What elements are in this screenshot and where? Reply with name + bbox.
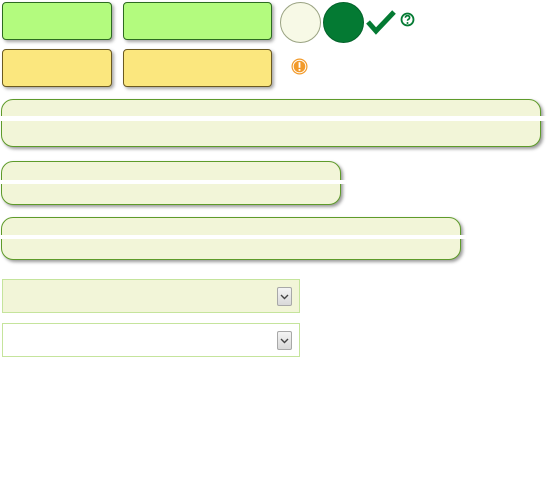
exclamation-icon — [291, 58, 308, 75]
select-1[interactable] — [2, 279, 300, 313]
pill-field-3-divider — [0, 235, 466, 239]
question-icon[interactable] — [400, 12, 415, 27]
green-button-2[interactable] — [123, 2, 272, 40]
green-button-1[interactable] — [2, 2, 112, 40]
select-2[interactable] — [2, 323, 300, 357]
yellow-button-1[interactable] — [2, 49, 112, 87]
yellow-button-2[interactable] — [123, 49, 272, 87]
chevron-down-icon[interactable] — [277, 287, 292, 306]
toggle-off-circle[interactable] — [280, 2, 321, 43]
pill-field-1-divider — [0, 116, 548, 121]
toggle-on-circle[interactable] — [323, 2, 364, 43]
pill-field-2-divider — [0, 180, 346, 184]
check-icon — [366, 8, 396, 36]
pill-field-1[interactable] — [1, 99, 541, 147]
chevron-down-icon[interactable] — [277, 331, 292, 350]
